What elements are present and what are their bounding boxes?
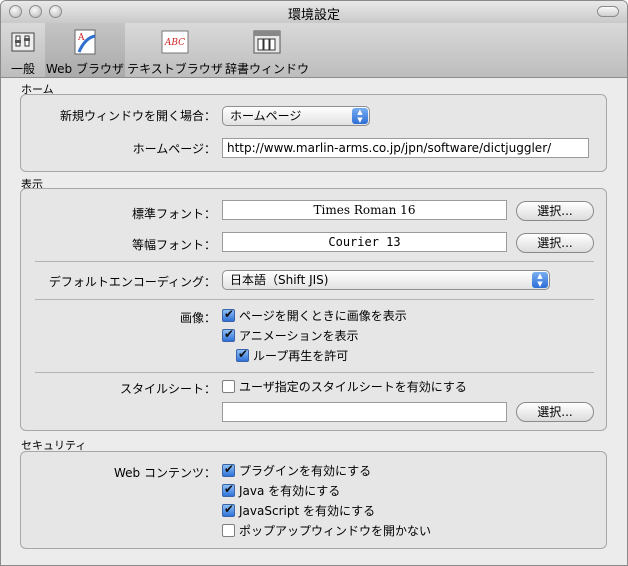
web-content-label: Web コンテンツ： — [114, 466, 216, 480]
standard-font-select-button[interactable]: 選択... — [516, 201, 594, 221]
tab-web-browser-label: Web ブラウザ — [46, 62, 124, 76]
general-prefs-icon — [11, 32, 35, 52]
show-images-label: ページを開くときに画像を表示 — [239, 309, 407, 323]
popup-arrows-icon: ▲ ▼ — [352, 108, 368, 124]
checkbox-unchecked-icon — [222, 524, 235, 537]
dictionary-window-icon — [253, 30, 281, 54]
user-stylesheet-label: ユーザ指定のスタイルシートを有効にする — [239, 380, 467, 394]
encoding-popup[interactable]: 日本語（Shift JIS) ▲ ▼ — [222, 270, 550, 290]
plugins-label: プラグインを有効にする — [239, 464, 372, 478]
monospace-font-select-button[interactable]: 選択... — [516, 233, 594, 253]
stylesheet-label: スタイルシート： — [119, 382, 216, 396]
divider — [35, 261, 594, 262]
checkbox-unchecked-icon — [222, 380, 235, 393]
show-animation-checkbox[interactable]: アニメーションを表示 — [222, 327, 359, 343]
tab-web-browser[interactable]: A Web ブラウザ — [45, 23, 125, 77]
tab-dictionary-window-label: 辞書ウィンドウ — [225, 62, 310, 76]
monospace-font-label: 等幅フォント： — [131, 238, 216, 252]
divider — [35, 299, 594, 300]
tab-text-browser-label: テキストブラウザ — [127, 62, 223, 76]
checkbox-checked-icon — [222, 462, 235, 477]
tab-general-label: 一般 — [10, 62, 35, 76]
homepage-url-field[interactable]: http://www.marlin-arms.co.jp/jpn/softwar… — [222, 138, 589, 158]
show-images-checkbox[interactable]: ページを開くときに画像を表示 — [222, 307, 407, 323]
javascript-checkbox[interactable]: JavaScript を有効にする — [222, 502, 376, 518]
allow-loop-checkbox[interactable]: ループ再生を許可 — [236, 347, 349, 363]
encoding-label: デフォルトエンコーディング： — [48, 275, 216, 289]
java-label: Java を有効にする — [239, 484, 341, 498]
text-browser-icon: ABC — [161, 30, 189, 54]
plugins-checkbox[interactable]: プラグインを有効にする — [222, 462, 372, 478]
preferences-window: 環境設定 一般 A Web ブラウザ ABC テキストブラウザ 辞書ウィンドウ … — [0, 0, 628, 566]
divider — [35, 372, 594, 373]
home-group: 新規ウィンドウを開く場合： ホームページ ▲ ▼ ホームページ： http://w… — [20, 94, 607, 172]
popup-arrows-icon: ▲ ▼ — [532, 272, 548, 288]
tab-dictionary-window[interactable]: 辞書ウィンドウ — [225, 23, 309, 77]
javascript-label: JavaScript を有効にする — [239, 504, 376, 518]
block-popups-checkbox[interactable]: ポップアップウィンドウを開かない — [222, 524, 431, 538]
toolbar-toggle-button[interactable] — [597, 6, 619, 17]
tab-text-browser[interactable]: ABC テキストブラウザ — [127, 23, 223, 77]
encoding-popup-value: 日本語（Shift JIS) — [230, 273, 329, 287]
java-checkbox[interactable]: Java を有効にする — [222, 482, 341, 498]
allow-loop-label: ループ再生を許可 — [253, 349, 349, 363]
new-window-popup-value: ホームページ — [230, 109, 302, 123]
standard-font-field[interactable]: Times Roman 16 — [222, 200, 507, 220]
block-popups-label: ポップアップウィンドウを開かない — [239, 524, 432, 538]
new-window-label: 新規ウィンドウを開く場合： — [59, 109, 216, 123]
preferences-toolbar: 一般 A Web ブラウザ ABC テキストブラウザ 辞書ウィンドウ — [1, 23, 627, 78]
standard-font-label: 標準フォント： — [131, 207, 216, 221]
monospace-font-field[interactable]: Courier 13 — [222, 232, 507, 252]
show-animation-label: アニメーションを表示 — [239, 329, 359, 343]
security-group: Web コンテンツ： プラグインを有効にする Java を有効にする JavaS… — [20, 451, 607, 549]
checkbox-checked-icon — [222, 502, 235, 517]
tab-general[interactable]: 一般 — [3, 23, 43, 77]
window-title: 環境設定 — [287, 8, 340, 23]
checkbox-checked-icon — [222, 307, 235, 322]
display-group: 標準フォント： Times Roman 16 選択... 等幅フォント： Cou… — [20, 188, 607, 431]
web-browser-icon: A — [74, 29, 96, 55]
stylesheet-path-field[interactable] — [222, 402, 507, 422]
checkbox-checked-icon — [222, 482, 235, 497]
images-label: 画像： — [179, 311, 216, 325]
checkbox-checked-icon — [222, 327, 235, 342]
stylesheet-select-button[interactable]: 選択... — [516, 402, 594, 422]
user-stylesheet-checkbox[interactable]: ユーザ指定のスタイルシートを有効にする — [222, 380, 467, 394]
title-bar: 環境設定 — [1, 1, 627, 23]
svg-text:ABC: ABC — [164, 38, 185, 48]
checkbox-checked-icon — [236, 347, 249, 362]
new-window-popup[interactable]: ホームページ ▲ ▼ — [222, 106, 370, 126]
homepage-label: ホームページ： — [132, 142, 216, 156]
